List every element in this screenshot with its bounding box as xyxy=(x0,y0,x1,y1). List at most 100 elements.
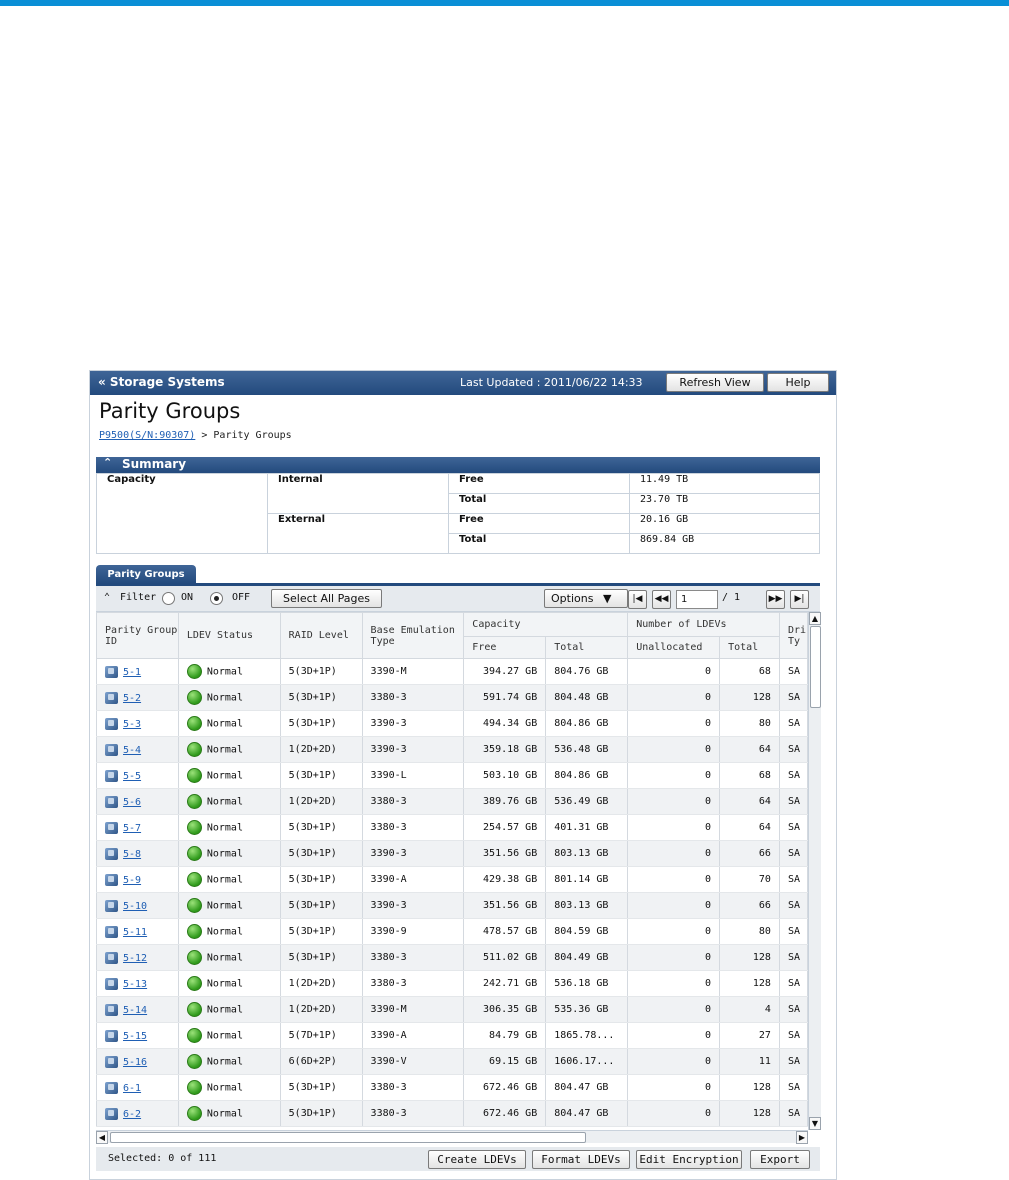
parity-group-link[interactable]: 5-10 xyxy=(123,901,147,912)
parity-group-link[interactable]: 5-14 xyxy=(123,1005,147,1016)
last-page-button[interactable]: ▶| xyxy=(790,590,809,609)
parity-group-link[interactable]: 5-2 xyxy=(123,693,141,704)
parity-group-link[interactable]: 5-16 xyxy=(123,1057,147,1068)
emulation-type-cell: 3390-3 xyxy=(361,840,465,867)
chevron-down-icon: ▼ xyxy=(602,592,612,605)
page-number-input[interactable]: 1 xyxy=(676,590,718,609)
prev-page-button[interactable]: ◀◀ xyxy=(652,590,671,609)
edit-encryption-button[interactable]: Edit Encryption xyxy=(636,1150,742,1169)
col-capacity-free[interactable]: Free xyxy=(463,636,547,659)
table-row[interactable]: 5-15 Normal 5(7D+1P) 3390-A 84.79 GB 1865.78.… xyxy=(96,1022,808,1049)
col-ldevs-total[interactable]: Total xyxy=(719,636,780,659)
table-row[interactable]: 5-12 Normal 5(3D+1P) 3380-3 511.02 GB 804.49 … xyxy=(96,944,808,971)
ldev-status-cell: Normal xyxy=(177,1074,281,1101)
parity-group-link[interactable]: 5-1 xyxy=(123,667,141,678)
table-row[interactable]: 6-2 Normal 5(3D+1P) 3380-3 672.46 GB 804.47 G… xyxy=(96,1100,808,1127)
parity-group-link[interactable]: 6-1 xyxy=(123,1083,141,1094)
col-ldev-status[interactable]: LDEV Status xyxy=(177,612,281,659)
vertical-scroll-thumb[interactable] xyxy=(810,626,821,708)
table-row[interactable]: 5-9 Normal 5(3D+1P) 3390-A 429.38 GB 801.14 G… xyxy=(96,866,808,893)
export-button[interactable]: Export xyxy=(750,1150,810,1169)
table-row[interactable]: 5-7 Normal 5(3D+1P) 3380-3 254.57 GB 401.31 G… xyxy=(96,814,808,841)
parity-group-icon xyxy=(105,847,118,860)
col-parity-group-id[interactable]: Parity Group ID xyxy=(96,612,179,659)
filter-chevron-icon[interactable]: ⌃ xyxy=(104,592,110,603)
parity-group-link[interactable]: 5-4 xyxy=(123,745,141,756)
capacity-free-cell: 84.79 GB xyxy=(463,1022,547,1049)
table-row[interactable]: 5-1 Normal 5(3D+1P) 3390-M 394.27 GB 804.76 G… xyxy=(96,658,808,685)
select-all-pages-button[interactable]: Select All Pages xyxy=(271,589,382,608)
parity-group-link[interactable]: 5-8 xyxy=(123,849,141,860)
table-row[interactable]: 5-2 Normal 5(3D+1P) 3380-3 591.74 GB 804.48 G… xyxy=(96,684,808,711)
parity-group-cell: 5-2 xyxy=(96,684,179,711)
col-drive-type[interactable]: Dri Ty xyxy=(778,612,808,659)
scroll-right-icon[interactable]: ▶ xyxy=(796,1131,808,1144)
ldevs-unallocated-cell: 0 xyxy=(627,970,721,997)
ldevs-unallocated-cell: 0 xyxy=(627,840,721,867)
parity-group-link[interactable]: 5-3 xyxy=(123,719,141,730)
breadcrumb-storage-link[interactable]: P9500(S/N:90307) xyxy=(99,430,195,441)
table-row[interactable]: 5-16 Normal 6(6D+2P) 3390-V 69.15 GB 1606.17.… xyxy=(96,1048,808,1075)
col-ldevs-unallocated[interactable]: Unallocated xyxy=(627,636,721,659)
options-button[interactable]: Options ▼ xyxy=(544,589,628,608)
parity-group-cell: 6-1 xyxy=(96,1074,179,1101)
horizontal-scrollbar[interactable]: ◀ ▶ xyxy=(96,1130,808,1144)
table-row[interactable]: 5-6 Normal 1(2D+2D) 3380-3 389.76 GB 536.49 G… xyxy=(96,788,808,815)
drive-type-cell: SA xyxy=(778,944,808,971)
collapse-chevron-icon[interactable]: ⌃ xyxy=(103,456,112,469)
ldevs-unallocated-cell: 0 xyxy=(627,684,721,711)
format-ldevs-button[interactable]: Format LDEVs xyxy=(532,1150,630,1169)
parity-group-link[interactable]: 6-2 xyxy=(123,1109,141,1120)
ldevs-unallocated-cell: 0 xyxy=(627,814,721,841)
first-page-button[interactable]: |◀ xyxy=(628,590,647,609)
table-row[interactable]: 5-14 Normal 1(2D+2D) 3390-M 306.35 GB 535.36 … xyxy=(96,996,808,1023)
parity-group-link[interactable]: 5-13 xyxy=(123,979,147,990)
capacity-free-cell: 394.27 GB xyxy=(463,658,547,685)
parity-group-link[interactable]: 5-7 xyxy=(123,823,141,834)
status-text: Normal xyxy=(206,1082,243,1094)
col-base-emulation-type[interactable]: Base Emulation Type xyxy=(361,612,465,659)
storage-systems-link[interactable]: « Storage Systems xyxy=(98,375,225,389)
parity-group-link[interactable]: 5-9 xyxy=(123,875,141,886)
table-row[interactable]: 5-11 Normal 5(3D+1P) 3390-9 478.57 GB 804.59 … xyxy=(96,918,808,945)
col-capacity-total[interactable]: Total xyxy=(545,636,629,659)
filter-on-radio[interactable] xyxy=(162,592,175,605)
table-row[interactable]: 5-4 Normal 1(2D+2D) 3390-3 359.18 GB 536.48 G… xyxy=(96,736,808,763)
parity-group-link[interactable]: 5-12 xyxy=(123,953,147,964)
table-row[interactable]: 5-3 Normal 5(3D+1P) 3390-3 494.34 GB 804.86 G… xyxy=(96,710,808,737)
vertical-scrollbar[interactable]: ▲ ▼ xyxy=(808,612,821,1130)
table-row[interactable]: 5-13 Normal 1(2D+2D) 3380-3 242.71 GB 536.18 … xyxy=(96,970,808,997)
summary-title: Summary xyxy=(122,457,187,471)
status-normal-icon xyxy=(186,768,202,783)
parity-group-link[interactable]: 5-5 xyxy=(123,771,141,782)
table-row[interactable]: 6-1 Normal 5(3D+1P) 3380-3 672.46 GB 804.47 G… xyxy=(96,1074,808,1101)
parity-group-link[interactable]: 5-11 xyxy=(123,927,147,938)
table-row[interactable]: 5-10 Normal 5(3D+1P) 3390-3 351.56 GB 803.13 … xyxy=(96,892,808,919)
drive-type-cell: SA xyxy=(778,840,808,867)
status-text: Normal xyxy=(206,952,243,964)
tab-parity-groups[interactable]: Parity Groups xyxy=(96,565,196,584)
scroll-down-icon[interactable]: ▼ xyxy=(809,1117,821,1130)
raid-level-cell: 5(3D+1P) xyxy=(279,866,363,893)
next-page-button[interactable]: ▶▶ xyxy=(766,590,785,609)
parity-group-link[interactable]: 5-6 xyxy=(123,797,141,808)
table-row[interactable]: 5-5 Normal 5(3D+1P) 3390-L 503.10 GB 804.86 G… xyxy=(96,762,808,789)
drive-type-cell: SA xyxy=(778,892,808,919)
ldev-status-cell: Normal xyxy=(177,840,281,867)
raid-level-cell: 5(3D+1P) xyxy=(279,840,363,867)
status-text: Normal xyxy=(206,874,243,886)
parity-group-link[interactable]: 5-15 xyxy=(123,1031,147,1042)
col-raid-level[interactable]: RAID Level xyxy=(279,612,363,659)
summary-table: Capacity Internal Free 11.49 TB Total 23… xyxy=(96,473,820,554)
filter-off-radio[interactable] xyxy=(210,592,223,605)
scroll-left-icon[interactable]: ◀ xyxy=(96,1131,108,1144)
create-ldevs-button[interactable]: Create LDEVs xyxy=(428,1150,526,1169)
drive-type-cell: SA xyxy=(778,1048,808,1075)
horizontal-scroll-thumb[interactable] xyxy=(110,1132,586,1143)
table-row[interactable]: 5-8 Normal 5(3D+1P) 3390-3 351.56 GB 803.13 G… xyxy=(96,840,808,867)
summary-header[interactable]: ⌃ Summary xyxy=(96,456,820,473)
refresh-view-button[interactable]: Refresh View xyxy=(666,373,764,392)
ldevs-unallocated-cell: 0 xyxy=(627,1074,721,1101)
help-button[interactable]: Help xyxy=(767,373,829,392)
scroll-up-icon[interactable]: ▲ xyxy=(809,612,821,625)
